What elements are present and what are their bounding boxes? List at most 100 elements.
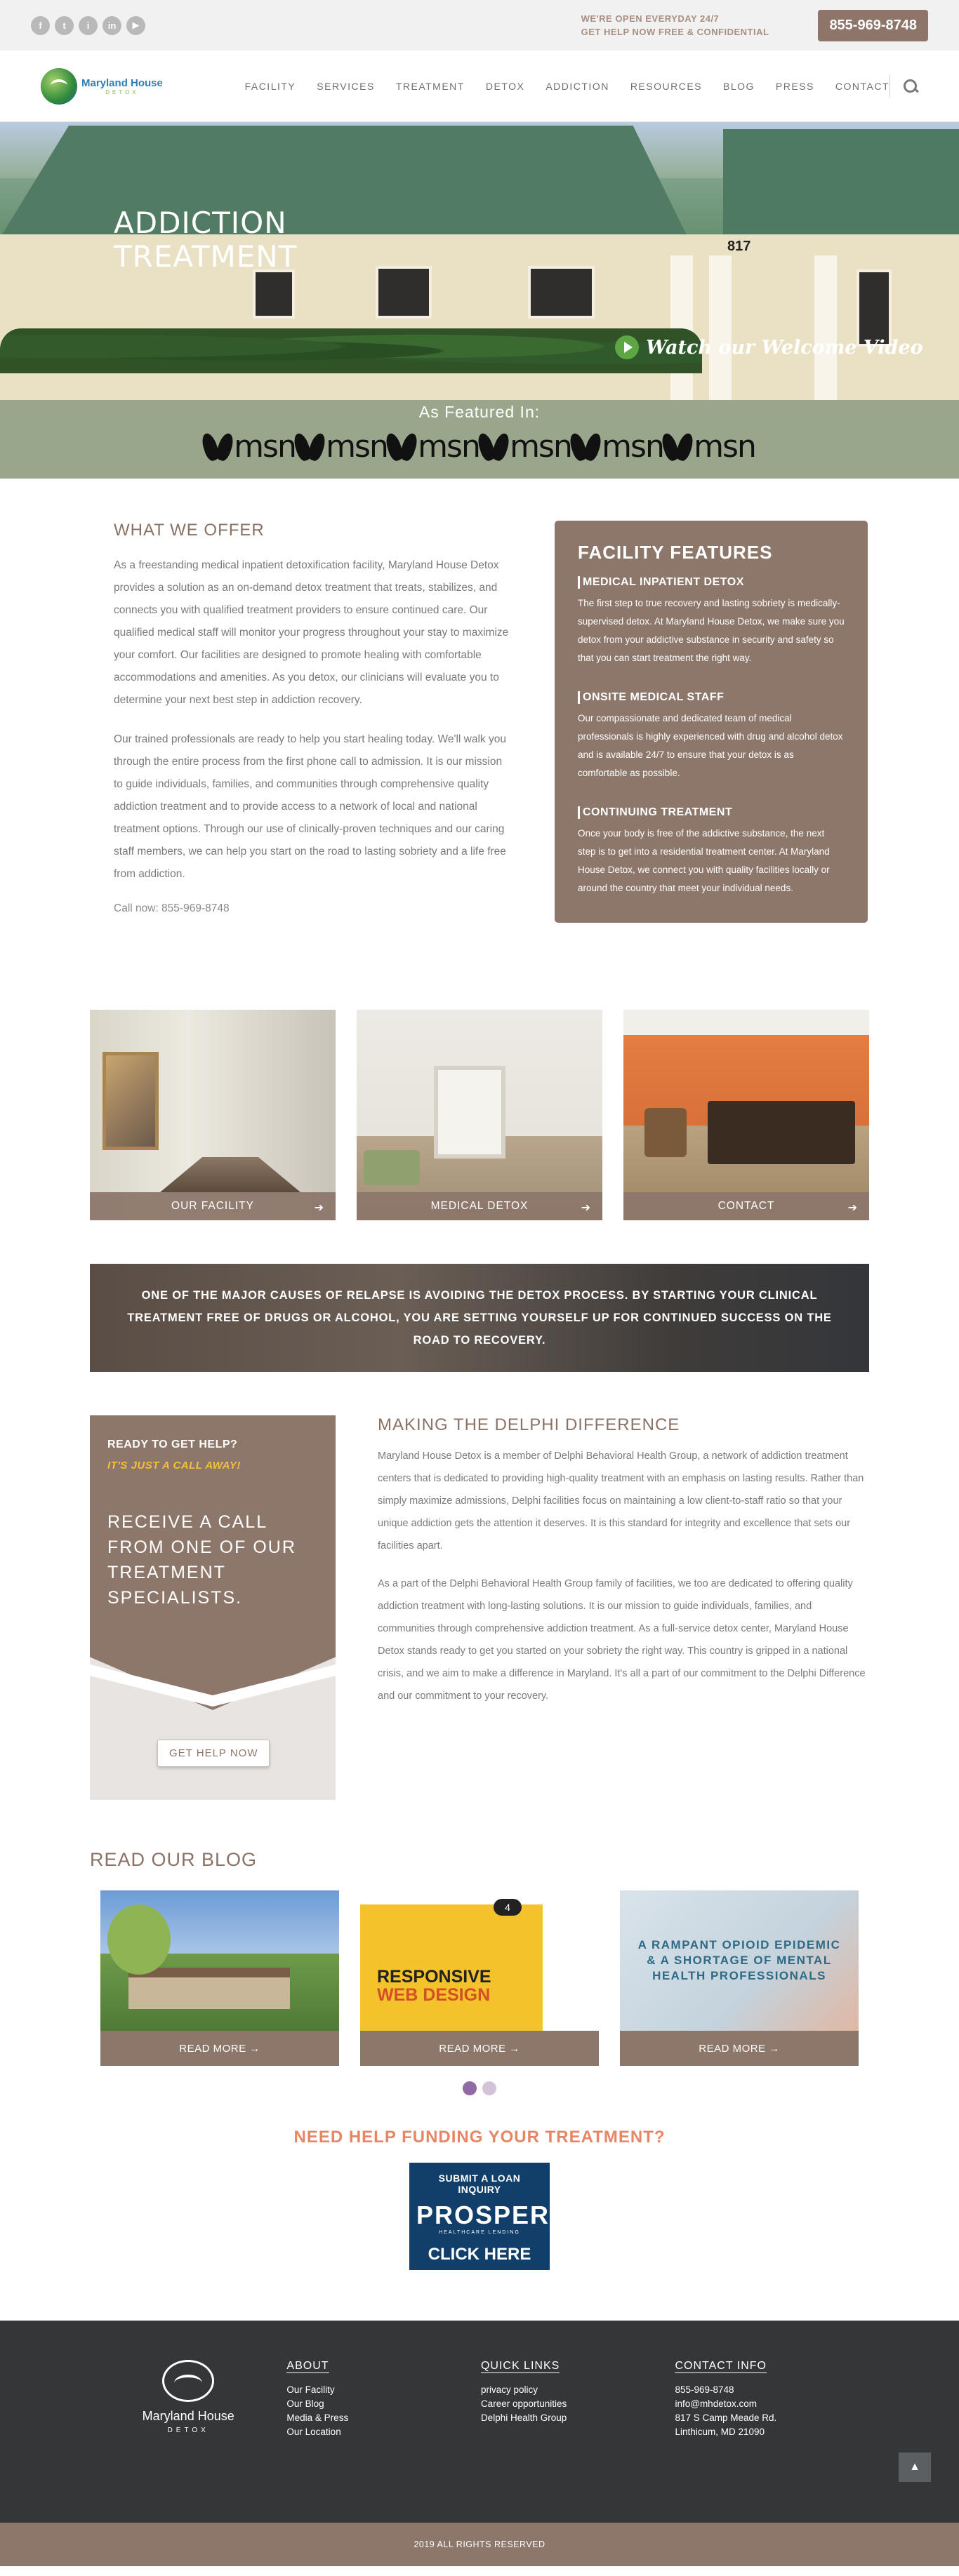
hero-banner: 817 ADDICTION TREATMENT Watch our Welcom… (0, 122, 959, 400)
hero-title-line-1: ADDICTION (114, 206, 287, 240)
footer-contact-address: 817 S Camp Meade Rd. (675, 2413, 777, 2423)
nav-item-resources[interactable]: RESOURCES (630, 81, 702, 92)
prosper-cta: CLICK HERE (428, 2245, 531, 2264)
arrow-right-icon: ➔ (314, 1202, 324, 1214)
social-links: f t i in ▶ (31, 15, 145, 35)
help-question: READY TO GET HELP? (107, 1439, 238, 1450)
footer-link[interactable]: privacy policy (481, 2383, 675, 2397)
get-help-now-button[interactable]: GET HELP NOW (157, 1740, 270, 1767)
call-now-link[interactable]: Call now: 855-969-8748 (114, 902, 511, 915)
read-more-button[interactable]: READ MORE → (620, 2031, 859, 2066)
featured-band: As Featured In: msn msn msn msn msn msn (0, 400, 959, 479)
card-contact[interactable]: CONTACT ➔ (623, 1010, 869, 1220)
blog-image-headline: A RAMPANT OPIOID EPIDEMIC & A SHORTAGE O… (637, 1938, 841, 1982)
site-logo[interactable]: Maryland House DETOX (41, 67, 224, 105)
hero-shrubs (0, 328, 702, 373)
blog-title: READ OUR BLOG (90, 1849, 258, 1870)
house-number: 817 (727, 239, 751, 254)
butterfly-icon (388, 430, 416, 464)
blog-section: READ OUR BLOG READ MORE → 4 RESPONSIVE W… (0, 1800, 959, 2095)
footer-link[interactable]: Media & Press (286, 2411, 481, 2425)
blog-image-headline-line-1: RESPONSIVE (377, 1967, 491, 1987)
hero-column (814, 255, 837, 400)
footer-quick-title: QUICK LINKS (480, 2360, 560, 2373)
msn-logo: msn (479, 429, 573, 465)
footer-link[interactable]: Delphi Health Group (481, 2411, 675, 2425)
footer-link[interactable]: Our Location (286, 2425, 481, 2439)
facebook-icon[interactable]: f (31, 15, 50, 35)
feature-item: CONTINUING TREATMENT Once your body is f… (578, 806, 845, 897)
msn-logo: msn (204, 429, 297, 465)
instagram-icon[interactable]: i (79, 15, 98, 35)
nav-item-contact[interactable]: CONTACT (835, 81, 889, 92)
msn-wordmark: msn (694, 429, 757, 465)
delphi-section: READY TO GET HELP? IT'S JUST A CALL AWAY… (0, 1372, 959, 1800)
relapse-banner-text: ONE OF THE MAJOR CAUSES OF RELAPSE IS AV… (127, 1289, 832, 1347)
welcome-video-link[interactable]: Watch our Welcome Video (615, 335, 923, 359)
carousel-dot-active[interactable] (463, 2081, 477, 2095)
youtube-icon[interactable]: ▶ (126, 15, 145, 35)
footer-logo-sub: DETOX (167, 2427, 209, 2434)
search-icon[interactable] (903, 79, 918, 94)
read-more-button[interactable]: READ MORE → (360, 2031, 599, 2066)
footer-link[interactable]: Our Facility (286, 2383, 481, 2397)
hero-roof-right (723, 129, 959, 234)
nav-right (889, 74, 918, 98)
blog-carousel: READ MORE → 4 RESPONSIVE WEB DESIGN READ… (90, 1890, 869, 2066)
blog-image-headline: RESPONSIVE WEB DESIGN (377, 1968, 491, 2004)
delphi-paragraph: Maryland House Detox is a member of Delp… (378, 1450, 864, 1551)
phone-button[interactable]: 855-969-8748 (818, 9, 928, 41)
delphi-title: MAKING THE DELPHI DIFFERENCE (378, 1415, 680, 1434)
msn-wordmark: msn (418, 429, 481, 465)
read-more-button[interactable]: READ MORE → (100, 2031, 339, 2066)
footer-contact-phone[interactable]: 855-969-8748 (675, 2383, 869, 2397)
open-line-1: WE'RE OPEN EVERYDAY 24/7 (581, 13, 720, 24)
nav-item-press[interactable]: PRESS (776, 81, 814, 92)
feature-body: The first step to true recovery and last… (578, 598, 845, 663)
footer-logo-name: Maryland House (142, 2409, 234, 2423)
scroll-to-top-button[interactable]: ▲ (899, 2452, 931, 2482)
carousel-dot[interactable] (482, 2081, 496, 2095)
feature-heading: CONTINUING TREATMENT (578, 806, 845, 819)
nav-item-addiction[interactable]: ADDICTION (545, 81, 609, 92)
offer-paragraph: Our trained professionals are ready to h… (114, 733, 506, 880)
nav-item-detox[interactable]: DETOX (486, 81, 524, 92)
hero-section: 817 ADDICTION TREATMENT Watch our Welcom… (0, 122, 959, 602)
nav-divider (889, 74, 890, 98)
footer-contact-email[interactable]: info@mhdetox.com (675, 2397, 869, 2411)
nav-item-treatment[interactable]: TREATMENT (396, 81, 465, 92)
carousel-pagination (90, 2081, 869, 2095)
prosper-loan-ad[interactable]: SUBMIT A LOAN INQUIRY PROSPER HEALTHCARE… (409, 2163, 550, 2270)
nav-item-services[interactable]: SERVICES (317, 81, 375, 92)
twitter-icon[interactable]: t (55, 15, 74, 35)
logo-sub: DETOX (105, 88, 139, 95)
hero-column (670, 255, 693, 400)
prosper-subtitle: HEALTHCARE LENDING (439, 2230, 520, 2235)
footer-link[interactable]: Career opportunities (481, 2397, 675, 2411)
blog-post-image (100, 1890, 339, 2031)
blog-post[interactable]: READ MORE → (100, 1890, 339, 2066)
service-cards: OUR FACILITY ➔ MEDICAL DETOX ➔ CONTACT ➔ (0, 923, 959, 1220)
play-icon (615, 335, 639, 359)
msn-wordmark: msn (234, 429, 297, 465)
card-medical-detox[interactable]: MEDICAL DETOX ➔ (357, 1010, 602, 1220)
nav-item-facility[interactable]: FACILITY (245, 81, 296, 92)
funding-title: NEED HELP FUNDING YOUR TREATMENT? (293, 2128, 666, 2147)
blog-post[interactable]: 4 RESPONSIVE WEB DESIGN READ MORE → (360, 1890, 599, 2066)
linkedin-icon[interactable]: in (102, 15, 121, 35)
footer-about-title: ABOUT (286, 2360, 329, 2373)
card-our-facility[interactable]: OUR FACILITY ➔ (90, 1010, 336, 1220)
facility-hallway-image (90, 1010, 336, 1220)
hero-roof (0, 126, 688, 238)
feature-item: ONSITE MEDICAL STAFF Our compassionate a… (578, 691, 845, 782)
footer-about: ABOUT Our Facility Our Blog Media & Pres… (286, 2360, 481, 2523)
blog-post[interactable]: A RAMPANT OPIOID EPIDEMIC & A SHORTAGE O… (620, 1890, 859, 2066)
prosper-logo: PROSPER (416, 2201, 550, 2229)
footer-contact-city: Linthicum, MD 21090 (675, 2427, 765, 2437)
feature-heading: ONSITE MEDICAL STAFF (578, 691, 845, 704)
nav-item-blog[interactable]: BLOG (723, 81, 755, 92)
butterfly-icon (571, 430, 600, 464)
footer-link[interactable]: Our Blog (286, 2397, 481, 2411)
footer-logo[interactable]: Maryland House DETOX (90, 2360, 286, 2523)
hero-column (709, 255, 732, 400)
